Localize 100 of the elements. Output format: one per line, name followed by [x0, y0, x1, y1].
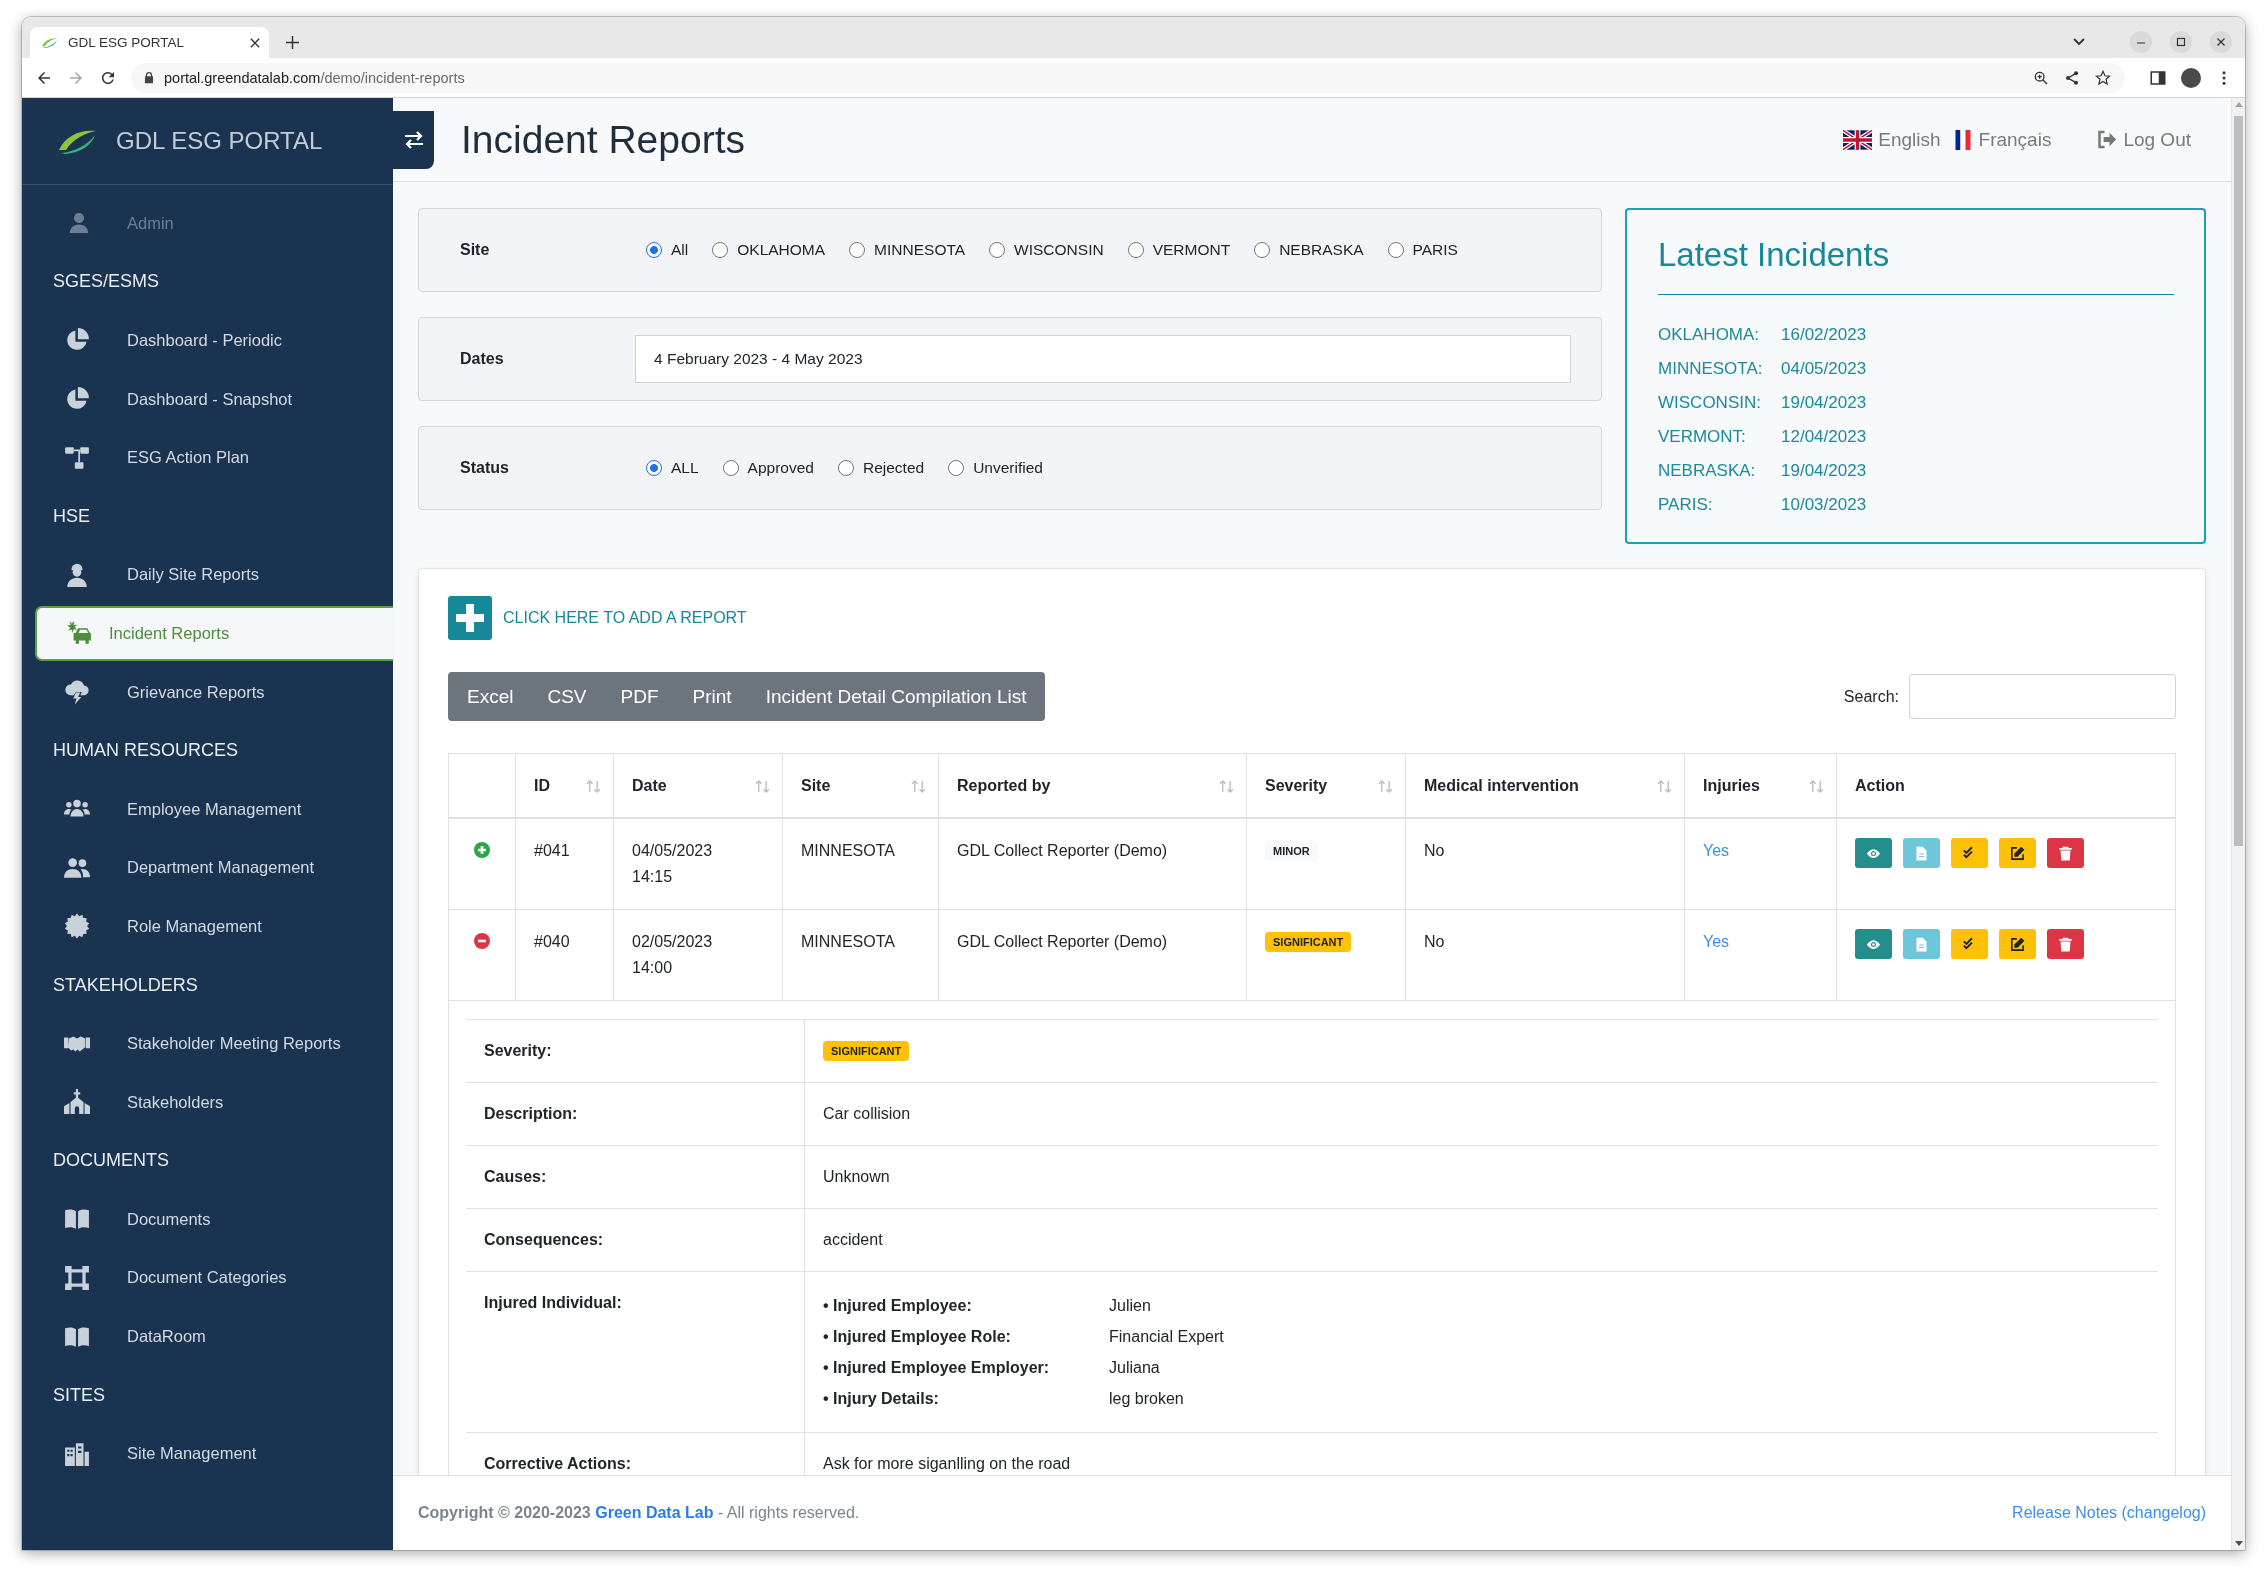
sidebar-item[interactable]: Document Categories [22, 1248, 393, 1308]
table-cell: MINNESOTA [782, 909, 939, 1001]
export-button[interactable]: CSV [530, 672, 604, 721]
share-icon[interactable] [2064, 69, 2080, 86]
browser-tab[interactable]: GDL ESG PORTAL [30, 27, 269, 58]
table-cell: MINNESOTA [782, 818, 939, 910]
radio-button[interactable] [849, 242, 866, 258]
plus-icon[interactable] [286, 36, 299, 49]
radio-option[interactable]: PARIS [1387, 241, 1458, 259]
radio-button[interactable] [1387, 242, 1404, 258]
expand-icon[interactable] [474, 842, 490, 858]
scroll-down-icon[interactable] [2234, 1541, 2243, 1546]
collapse-icon[interactable] [474, 933, 490, 949]
radio-button[interactable] [989, 242, 1006, 258]
export-button[interactable]: PDF [603, 672, 676, 721]
radio-option[interactable]: VERMONT [1127, 241, 1231, 259]
maximize-icon[interactable] [2170, 30, 2192, 53]
sidebar-item[interactable]: Dashboard - Periodic [22, 311, 393, 370]
radio-option[interactable]: Unverified [948, 459, 1043, 477]
detail-item-label: • Injured Employee Employer: [823, 1358, 1051, 1378]
date-range-field[interactable]: 4 February 2023 - 4 May 2023 [635, 335, 1571, 383]
sidebar-item[interactable]: Stakeholder Meeting Reports [22, 1014, 393, 1073]
column-header[interactable]: Reported by [938, 753, 1247, 818]
language-link[interactable]: English [1843, 128, 1941, 151]
sidebar-item[interactable]: Department Management [22, 838, 393, 898]
sidebar-item[interactable]: Documents [22, 1190, 393, 1249]
view-button[interactable] [1855, 929, 1892, 959]
column-header[interactable]: Site [782, 753, 939, 818]
add-report-link[interactable]: CLICK HERE TO ADD A REPORT [448, 596, 747, 640]
column-header[interactable]: Injuries [1684, 753, 1837, 818]
address-bar[interactable]: portal.greendatalab.com/demo/incident-reports [131, 62, 2125, 93]
radio-option[interactable]: ALL [646, 459, 699, 477]
sidebar-item[interactable]: ESG Action Plan [22, 428, 393, 487]
export-button[interactable]: Print [675, 672, 749, 721]
company-link[interactable]: Green Data Lab [595, 1504, 714, 1521]
close-icon[interactable] [2210, 30, 2232, 53]
column-header[interactable]: ID [515, 753, 614, 818]
table-cell: No [1405, 818, 1685, 910]
radio-button[interactable] [722, 460, 739, 476]
detail-label: Description: [466, 1082, 805, 1146]
plus-square-icon [448, 596, 492, 640]
sidebar-item[interactable]: Dashboard - Snapshot [22, 369, 393, 429]
edit-button[interactable] [1999, 838, 2036, 868]
sidebar-item[interactable]: Grievance Reports [22, 662, 393, 722]
chevron-down-icon[interactable] [2073, 37, 2085, 46]
delete-button[interactable] [2047, 929, 2084, 959]
sidebar-section-title: SITES [52, 1383, 106, 1407]
radio-button[interactable] [948, 460, 965, 476]
radio-option[interactable]: MINNESOTA [849, 241, 966, 259]
detail-label: Causes: [466, 1145, 805, 1209]
close-icon[interactable] [250, 37, 260, 48]
radio-button[interactable] [837, 460, 854, 476]
severity-tag: SIGNIFICANT [823, 1041, 910, 1061]
language-link[interactable]: Français [1952, 128, 2052, 151]
sidebar-item[interactable]: Stakeholders [22, 1072, 393, 1132]
sidebar-item[interactable]: Incident Reports [35, 606, 393, 661]
minimize-icon[interactable] [2130, 30, 2152, 53]
sidebar-item[interactable]: Role Management [22, 897, 393, 956]
radio-button[interactable] [1254, 242, 1271, 258]
radio-option[interactable]: Approved [722, 459, 814, 477]
verify-button[interactable] [1951, 838, 1988, 868]
sidebar-section-title: STAKEHOLDERS [52, 973, 199, 997]
edit-button[interactable] [1999, 929, 2036, 959]
radio-option[interactable]: OKLAHOMA [712, 241, 826, 259]
delete-button[interactable] [2047, 838, 2084, 868]
radio-option[interactable]: All [646, 241, 689, 259]
column-header[interactable]: Severity [1246, 753, 1406, 818]
lock-icon[interactable] [144, 71, 154, 84]
sidebar-item[interactable]: DataRoom [22, 1307, 393, 1366]
search-field[interactable] [1909, 674, 2176, 719]
logout-link[interactable]: Log Out [2097, 128, 2191, 151]
radio-option[interactable]: WISCONSIN [989, 241, 1104, 259]
side-panel-icon[interactable] [2149, 68, 2167, 87]
scrollbar[interactable] [2231, 98, 2245, 1550]
column-header[interactable]: Medical intervention [1405, 753, 1685, 818]
radio-option[interactable]: NEBRASKA [1254, 241, 1364, 259]
export-button[interactable]: Incident Detail Compilation List [748, 672, 1046, 721]
column-header: Action [1836, 753, 2176, 818]
file-icon [1914, 936, 1929, 952]
column-header[interactable]: Date [613, 753, 783, 818]
sidebar-item[interactable]: Daily Site Reports [22, 545, 393, 605]
export-button[interactable]: Excel [448, 672, 531, 721]
radio-option[interactable]: Rejected [837, 459, 925, 477]
sidebar-item[interactable]: Employee Management [22, 779, 393, 839]
avatar-icon[interactable] [2181, 67, 2201, 88]
detail-item-label: • Injured Employee: [823, 1296, 973, 1316]
view-button[interactable] [1855, 838, 1892, 868]
radio-button[interactable] [646, 460, 662, 476]
zoom-in-icon[interactable] [2033, 69, 2049, 86]
radio-button[interactable] [712, 242, 729, 258]
site-name: WISCONSIN: [1658, 393, 1761, 413]
radio-button[interactable] [646, 242, 662, 258]
star-icon[interactable] [2095, 69, 2111, 86]
radio-button[interactable] [1127, 242, 1144, 258]
sidebar-toggle-button[interactable] [393, 111, 434, 169]
sidebar-item[interactable]: Site Management [22, 1424, 393, 1484]
scrollbar-thumb[interactable] [2234, 116, 2243, 846]
filter-label: Status [460, 459, 510, 477]
verify-button[interactable] [1951, 929, 1988, 959]
filter-label: Site [460, 241, 491, 259]
